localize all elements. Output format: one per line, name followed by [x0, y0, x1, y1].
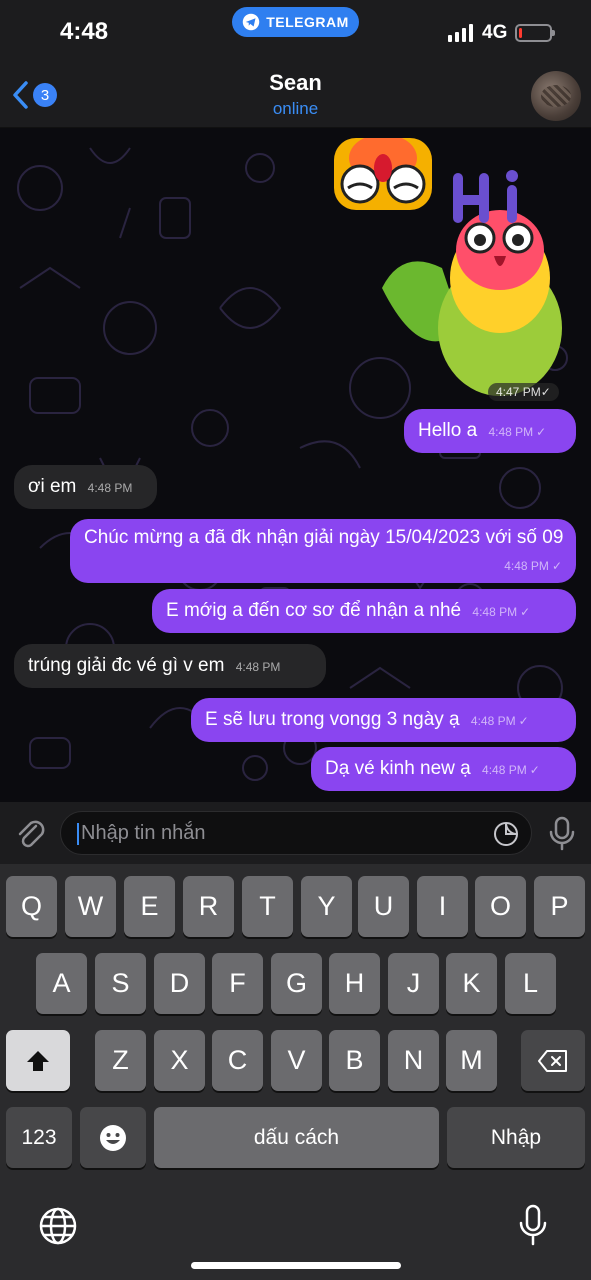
battery-level	[519, 28, 522, 38]
key-k[interactable]: K	[446, 953, 497, 1014]
dictation-microphone-icon[interactable]	[518, 1204, 548, 1246]
key-o[interactable]: O	[475, 876, 526, 937]
message-text: Dạ vé kinh new ạ	[325, 758, 471, 779]
key-a[interactable]: A	[36, 953, 87, 1014]
key-v[interactable]: V	[271, 1030, 322, 1091]
shift-icon	[27, 1050, 49, 1071]
key-n[interactable]: N	[388, 1030, 439, 1091]
paperclip-icon[interactable]	[14, 816, 46, 852]
status-time: 4:48	[60, 18, 109, 45]
backspace-key[interactable]	[521, 1030, 585, 1091]
message-time: 4:48 PM ✓	[488, 425, 547, 439]
emoji-icon	[100, 1124, 126, 1151]
contact-name[interactable]: Sean	[0, 70, 591, 96]
home-indicator[interactable]	[191, 1262, 401, 1269]
shift-key[interactable]	[6, 1030, 70, 1091]
message-time: 4:48 PM	[87, 481, 133, 495]
chat-area[interactable]: 4:47 PM✓ Hello a 4:48 PM ✓ ơi em 4:48 PM …	[0, 128, 591, 802]
message-bubble-outgoing[interactable]: Hello a 4:48 PM ✓	[404, 409, 576, 453]
battery-icon	[515, 24, 555, 42]
composer-bar: Nhập tin nhắn	[0, 802, 591, 864]
network-type: 4G	[482, 22, 508, 43]
key-e[interactable]: E	[124, 876, 175, 937]
message-bubble-outgoing[interactable]: Chúc mừng a đã đk nhận giải ngày 15/04/2…	[70, 519, 576, 583]
chat-header: 3 Sean online	[0, 62, 591, 128]
avatar[interactable]	[531, 71, 581, 121]
emoji-key[interactable]	[80, 1107, 146, 1168]
key-j[interactable]: J	[388, 953, 439, 1014]
cellular-signal-icon	[448, 24, 473, 42]
space-key[interactable]: dấu cách	[154, 1107, 439, 1168]
sticker-timestamp: 4:47 PM✓	[488, 383, 559, 401]
key-s[interactable]: S	[95, 953, 146, 1014]
keyboard: Q W E R T Y U I O P A S D F G H J K L Z …	[0, 864, 591, 1280]
text-caret	[77, 823, 79, 845]
telegram-icon	[242, 13, 260, 31]
backspace-icon	[538, 1049, 567, 1072]
message-text: Chúc mừng a đã đk nhận giải ngày 15/04/2…	[84, 527, 564, 548]
message-text: E mớig a đến cơ sơ để nhận a nhé	[166, 600, 462, 621]
key-h[interactable]: H	[329, 953, 380, 1014]
numbers-key[interactable]: 123	[6, 1107, 72, 1168]
message-input-placeholder: Nhập tin nhắn	[81, 822, 206, 844]
message-bubble-incoming[interactable]: trúng giải đc vé gì v em 4:48 PM	[14, 644, 326, 688]
message-text: ơi em	[28, 476, 77, 497]
message-time: 4:48 PM ✓	[504, 559, 562, 573]
message-bubble-incoming[interactable]: ơi em 4:48 PM	[14, 465, 157, 509]
message-time: 4:48 PM ✓	[470, 714, 529, 728]
message-text: trúng giải đc vé gì v em	[28, 655, 225, 676]
key-b[interactable]: B	[329, 1030, 380, 1091]
key-z[interactable]: Z	[95, 1030, 146, 1091]
key-x[interactable]: X	[154, 1030, 205, 1091]
status-bar: 4:48 TELEGRAM 4G	[0, 0, 591, 62]
key-w[interactable]: W	[65, 876, 116, 937]
message-text: Hello a	[418, 420, 478, 441]
sticker-icon[interactable]	[493, 821, 519, 847]
hi-parrot-sticker[interactable]	[372, 168, 566, 398]
message-bubble-outgoing[interactable]: E sẽ lưu trong vongg 3 ngày ạ 4:48 PM ✓	[191, 698, 576, 742]
return-key[interactable]: Nhập	[447, 1107, 585, 1168]
message-input[interactable]: Nhập tin nhắn	[60, 811, 532, 855]
key-g[interactable]: G	[271, 953, 322, 1014]
key-t[interactable]: T	[242, 876, 293, 937]
message-time: 4:48 PM ✓	[472, 605, 531, 619]
key-d[interactable]: D	[154, 953, 205, 1014]
telegram-pill[interactable]: TELEGRAM	[232, 7, 359, 37]
message-text: E sẽ lưu trong vongg 3 ngày ạ	[205, 709, 460, 730]
key-p[interactable]: P	[534, 876, 585, 937]
key-r[interactable]: R	[183, 876, 234, 937]
key-y[interactable]: Y	[301, 876, 352, 937]
key-m[interactable]: M	[446, 1030, 497, 1091]
key-l[interactable]: L	[505, 953, 556, 1014]
message-time: 4:48 PM	[235, 660, 281, 674]
key-q[interactable]: Q	[6, 876, 57, 937]
globe-icon[interactable]	[38, 1206, 78, 1246]
contact-status: online	[272, 99, 319, 118]
key-u[interactable]: U	[358, 876, 409, 937]
key-f[interactable]: F	[212, 953, 263, 1014]
message-bubble-outgoing[interactable]: E mớig a đến cơ sơ để nhận a nhé 4:48 PM…	[152, 589, 576, 633]
key-i[interactable]: I	[417, 876, 468, 937]
key-c[interactable]: C	[212, 1030, 263, 1091]
message-time: 4:48 PM ✓	[482, 763, 540, 777]
telegram-pill-label: TELEGRAM	[266, 14, 349, 30]
message-bubble-outgoing[interactable]: Dạ vé kinh new ạ 4:48 PM ✓	[311, 747, 576, 791]
microphone-icon[interactable]	[548, 816, 576, 852]
